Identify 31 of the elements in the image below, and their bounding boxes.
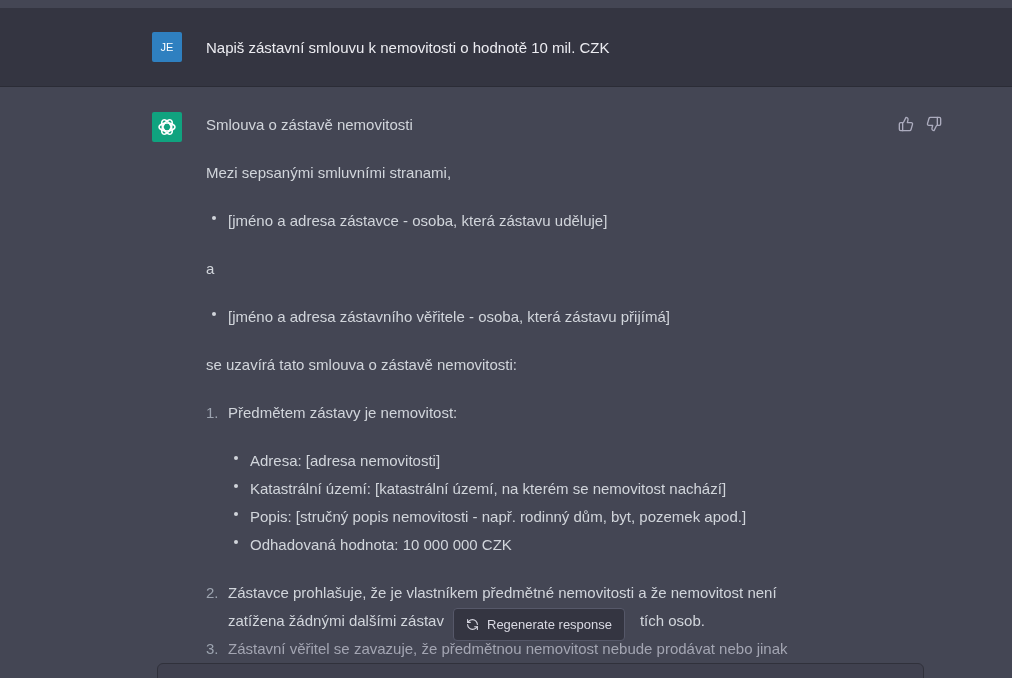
list-item-text: Popis: [stručný popis nemovitosti - např. rodinný dům, byt, pozemek apod.] [250,507,747,527]
regenerate-button[interactable]: Regenerate response [453,608,626,641]
list-item-text: Odhadovaná hodnota: 10 000 000 CZK [250,535,512,555]
thumbs-up-icon[interactable] [898,116,914,132]
bullet-icon [212,216,216,220]
paragraph: a [206,259,216,279]
paragraph: Mezi sepsanými smluvními stranami, [206,163,453,183]
list-number: 3. [206,639,220,659]
list-number: 2. [206,583,220,603]
thumbs-down-icon[interactable] [926,116,942,132]
list-item-text: [jméno a adresa zástavního věřitele - osoba, která zástavu přijímá] [228,307,670,327]
user-message: Napiš zástavní smlouvu k nemovitosti o hodnotě 10 mil. CZK [206,38,610,56]
paragraph: se uzavírá tato smlouva o zástavě nemovitosti: [206,355,518,375]
list-item-text: [jméno a adresa zástavce - osoba, která zástavu uděluje] [228,211,608,231]
logo-icon [152,112,182,142]
response-title: Smlouva o zástavě nemovitosti [206,115,414,135]
refresh-icon [466,618,479,631]
bullet-icon [212,312,216,316]
list-item-text: tích osob. [639,611,705,631]
list-number: 1. [206,403,220,423]
list-item-text: zatížena žádnými dalšími zástav [228,611,444,631]
user-avatar: JE [152,32,182,62]
bullet-icon [234,484,238,488]
list-item-text: Adresa: [adresa nemovitosti] [250,451,441,471]
list-item-text: Zástavní věřitel se zavazuje, že předmětnou nemovitost nebude prodávat nebo jinak [228,639,788,659]
bullet-icon [234,512,238,516]
list-item-text: Předmětem zástavy je nemovitost: [228,403,458,423]
list-item-text: Zástavce prohlašuje, že je vlastníkem předmětné nemovitosti a že nemovitost není [228,583,777,603]
list-item-text: Katastrální území: [katastrální území, na kterém se nemovitost nachází] [250,479,727,499]
bullet-icon [234,540,238,544]
bullet-icon [234,456,238,460]
